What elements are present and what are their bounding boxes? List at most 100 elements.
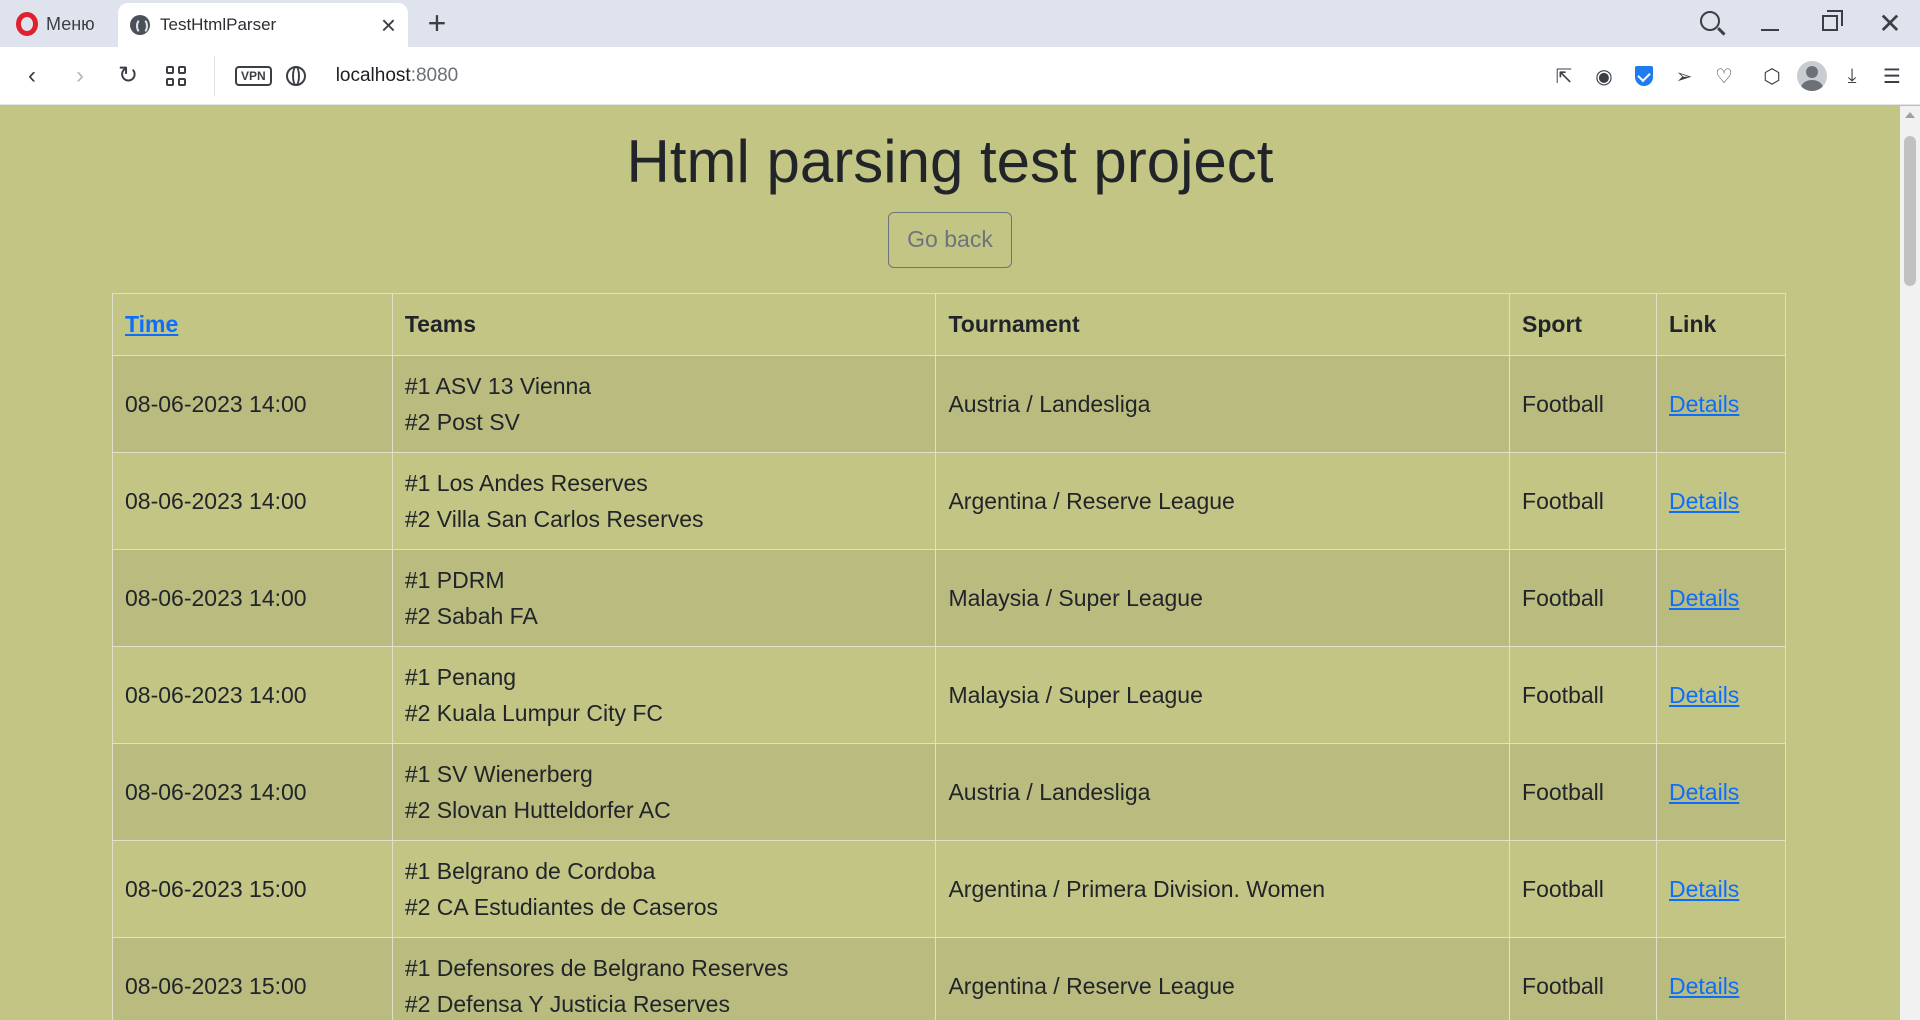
matches-table: Time Teams Tournament Sport Link 08-06-2… bbox=[112, 293, 1786, 1020]
cell-teams: #1 Belgrano de Cordoba #2 CA Estudiantes … bbox=[391, 840, 937, 938]
details-link[interactable]: Details bbox=[1669, 391, 1739, 417]
page-title: Html parsing test project bbox=[626, 128, 1274, 195]
header-link: Link bbox=[1656, 293, 1786, 356]
cell-teams: #1 PDRM #2 Sabah FA bbox=[391, 549, 937, 647]
cell-teams: #1 Los Andes Reserves #2 Villa San Carlos… bbox=[391, 452, 937, 550]
cell-time: 08-06-2023 14:00 bbox=[112, 549, 393, 647]
chevron-left-icon: ‹ bbox=[28, 61, 36, 89]
go-back-button[interactable]: Go back bbox=[888, 212, 1012, 268]
table-row: 08-06-2023 14:00 #1 Penang #2 Kuala Lumpu… bbox=[112, 646, 1786, 744]
minimize-button[interactable] bbox=[1740, 11, 1800, 37]
reload-icon: ↻ bbox=[117, 62, 139, 89]
cell-time: 08-06-2023 15:00 bbox=[112, 937, 393, 1020]
cell-tournament: Argentina / Reserve League bbox=[935, 937, 1511, 1020]
restore-icon bbox=[1822, 9, 1843, 31]
toolbar-divider bbox=[214, 55, 215, 96]
back-nav-button[interactable]: ‹ bbox=[8, 56, 56, 96]
speed-dial-button[interactable] bbox=[152, 56, 200, 96]
opera-logo-icon bbox=[16, 12, 38, 36]
cell-sport: Football bbox=[1509, 743, 1657, 841]
menu-label: Меню bbox=[46, 13, 95, 34]
bookmarks-button[interactable]: ♡ bbox=[1706, 58, 1742, 94]
cell-tournament: Austria / Landesliga bbox=[935, 743, 1511, 841]
team-2: #2 Slovan Hutteldorfer AC bbox=[404, 797, 671, 823]
vpn-badge[interactable]: VPN bbox=[235, 65, 272, 86]
team-1: #1 ASV 13 Vienna bbox=[404, 373, 592, 399]
back-button-wrap: Go back bbox=[0, 212, 1900, 268]
window-controls: ✕ bbox=[1680, 0, 1920, 47]
team-2: #2 CA Estudiantes de Caseros bbox=[404, 894, 719, 920]
grid-icon bbox=[166, 65, 186, 86]
easy-setup-button[interactable]: ☰ bbox=[1874, 58, 1910, 94]
address-bar[interactable]: localhost:8080 bbox=[336, 65, 459, 87]
browser-tab[interactable]: TestHtmlParser × bbox=[118, 3, 408, 47]
downloads-button[interactable]: ⤓ bbox=[1834, 58, 1870, 94]
url-port: :8080 bbox=[410, 64, 459, 86]
toolbar-right-icons: ⇱ ◉ ➢ ♡ ⬡ ⤓ ☰ bbox=[1546, 47, 1910, 105]
close-window-button[interactable]: ✕ bbox=[1860, 7, 1920, 40]
opera-menu-button[interactable]: Меню bbox=[10, 8, 101, 40]
details-link[interactable]: Details bbox=[1669, 779, 1739, 805]
details-link[interactable]: Details bbox=[1669, 488, 1739, 514]
cell-teams: #1 Defensores de Belgrano Reserves #2 Def… bbox=[391, 937, 937, 1020]
page-viewport: Html parsing test project Go back Time T… bbox=[0, 106, 1900, 1020]
search-tabs-button[interactable] bbox=[1680, 10, 1740, 37]
cube-icon: ⬡ bbox=[1763, 65, 1781, 88]
url-host: localhost bbox=[335, 64, 411, 86]
table-row: 08-06-2023 14:00 #1 PDRM #2 Sabah FA Mala… bbox=[112, 549, 1786, 647]
cell-link: Details bbox=[1656, 743, 1786, 841]
cell-sport: Football bbox=[1509, 355, 1657, 453]
cell-sport: Football bbox=[1509, 452, 1657, 550]
team-2: #2 Kuala Lumpur City FC bbox=[404, 700, 664, 726]
cell-time: 08-06-2023 14:00 bbox=[112, 355, 393, 453]
details-link[interactable]: Details bbox=[1669, 876, 1739, 902]
profile-button[interactable] bbox=[1794, 58, 1830, 94]
team-2: #2 Villa San Carlos Reserves bbox=[404, 506, 704, 532]
settings-sliders-icon: ☰ bbox=[1883, 65, 1901, 88]
table-row: 08-06-2023 14:00 #1 Los Andes Reserves #2… bbox=[112, 452, 1786, 550]
scroll-up-icon[interactable] bbox=[1905, 112, 1915, 118]
site-info-icon[interactable] bbox=[285, 65, 306, 86]
table-header-row: Time Teams Tournament Sport Link bbox=[112, 293, 1786, 356]
cell-link: Details bbox=[1656, 355, 1786, 453]
page-scrollbar[interactable] bbox=[1900, 106, 1920, 1020]
team-2: #2 Post SV bbox=[404, 409, 520, 435]
reload-button[interactable]: ↻ bbox=[104, 56, 152, 96]
details-link[interactable]: Details bbox=[1669, 585, 1739, 611]
browser-tab-bar: Меню TestHtmlParser × + ✕ bbox=[0, 0, 1920, 47]
cell-tournament: Argentina / Reserve League bbox=[935, 452, 1511, 550]
team-2: #2 Sabah FA bbox=[404, 603, 538, 629]
browser-toolbar: ‹ › ↻ VPN localhost:8080 ⇱ ◉ ➢ ♡ ⬡ ⤓ ☰ bbox=[0, 47, 1920, 105]
extensions-button[interactable]: ⬡ bbox=[1754, 58, 1790, 94]
send-to-flow-button[interactable]: ⇱ bbox=[1546, 58, 1582, 94]
new-tab-button[interactable]: + bbox=[420, 6, 454, 40]
team-1: #1 SV Wienerberg bbox=[404, 761, 593, 787]
details-link[interactable]: Details bbox=[1669, 973, 1739, 999]
cell-teams: #1 SV Wienerberg #2 Slovan Hutteldorfer A… bbox=[391, 743, 937, 841]
cell-link: Details bbox=[1656, 646, 1786, 744]
scrollbar-thumb[interactable] bbox=[1904, 136, 1916, 286]
forward-nav-button[interactable]: › bbox=[56, 56, 104, 96]
cell-teams: #1 ASV 13 Vienna #2 Post SV bbox=[391, 355, 937, 453]
team-1: #1 Los Andes Reserves bbox=[404, 470, 648, 496]
header-teams: Teams bbox=[391, 293, 937, 356]
adblock-button[interactable] bbox=[1626, 58, 1662, 94]
cell-sport: Football bbox=[1509, 549, 1657, 647]
table-row: 08-06-2023 14:00 #1 SV Wienerberg #2 Slov… bbox=[112, 743, 1786, 841]
cell-tournament: Argentina / Primera Division. Women bbox=[935, 840, 1511, 938]
restore-button[interactable] bbox=[1800, 9, 1860, 37]
tab-title: TestHtmlParser bbox=[160, 15, 277, 34]
search-icon bbox=[1700, 10, 1720, 31]
cell-tournament: Malaysia / Super League bbox=[935, 549, 1511, 647]
snapshot-button[interactable]: ◉ bbox=[1586, 58, 1622, 94]
shield-icon bbox=[1635, 66, 1653, 86]
cell-link: Details bbox=[1656, 549, 1786, 647]
close-tab-icon[interactable]: × bbox=[381, 12, 396, 38]
details-link[interactable]: Details bbox=[1669, 682, 1739, 708]
my-flow-button[interactable]: ➢ bbox=[1666, 58, 1702, 94]
team-1: #1 Penang bbox=[404, 664, 517, 690]
sort-by-time-link[interactable]: Time bbox=[125, 311, 178, 337]
header-sport: Sport bbox=[1509, 293, 1657, 356]
cell-link: Details bbox=[1656, 937, 1786, 1020]
share-icon: ⇱ bbox=[1555, 65, 1573, 88]
